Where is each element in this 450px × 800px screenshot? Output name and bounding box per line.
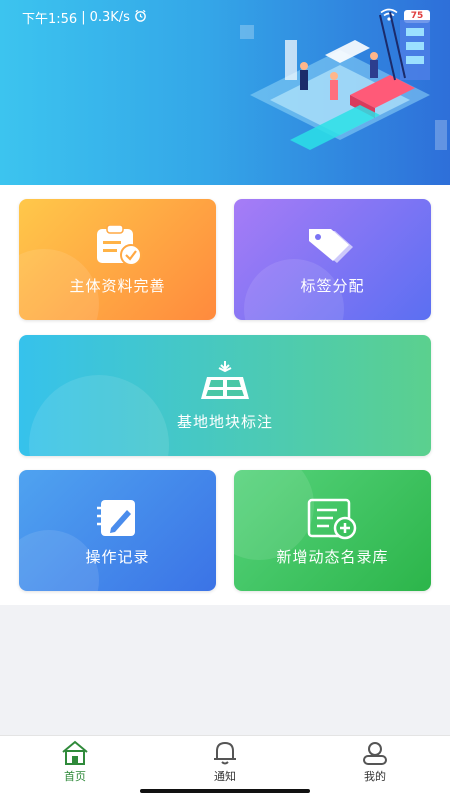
card-label: 新增动态名录库 [276, 548, 389, 566]
header-banner: 下午1:56 | 0.3K/s 75 [0, 0, 450, 185]
card-label: 主体资料完善 [69, 277, 166, 295]
tab-notifications[interactable]: 通知 [185, 740, 265, 784]
status-time: 下午1:56 [22, 12, 78, 27]
clipboard-check-icon [93, 224, 143, 271]
field-plots-icon [199, 359, 251, 407]
plot-marking-card[interactable]: 基地地块标注 [19, 335, 431, 456]
user-icon [363, 742, 387, 765]
tag-assignment-card[interactable]: 标签分配 [234, 199, 431, 320]
feature-panel: 主体资料完善 标签分配 基地地块标注 操作记录 新增动态名录库 [0, 185, 450, 605]
home-icon [62, 740, 88, 765]
tab-label: 首页 [64, 770, 86, 783]
card-label: 基地地块标注 [176, 413, 273, 431]
tags-icon [307, 227, 359, 269]
add-dynamic-directory-card[interactable]: 新增动态名录库 [234, 470, 431, 591]
alarm-icon [134, 9, 147, 26]
bell-icon [214, 741, 236, 765]
card-label: 操作记录 [85, 548, 150, 566]
tab-label: 我的 [364, 770, 386, 783]
network-speed: 0.3K/s [89, 10, 130, 25]
home-indicator [140, 789, 310, 793]
isometric-illustration [240, 11, 447, 150]
tab-home[interactable]: 首页 [35, 740, 115, 784]
notebook-pen-icon [95, 498, 141, 542]
tab-profile[interactable]: 我的 [335, 740, 415, 784]
tab-label: 通知 [214, 770, 236, 783]
document-add-icon [307, 498, 359, 544]
operation-log-card[interactable]: 操作记录 [19, 470, 216, 591]
profile-completion-card[interactable]: 主体资料完善 [19, 199, 216, 320]
card-label: 标签分配 [300, 277, 365, 295]
